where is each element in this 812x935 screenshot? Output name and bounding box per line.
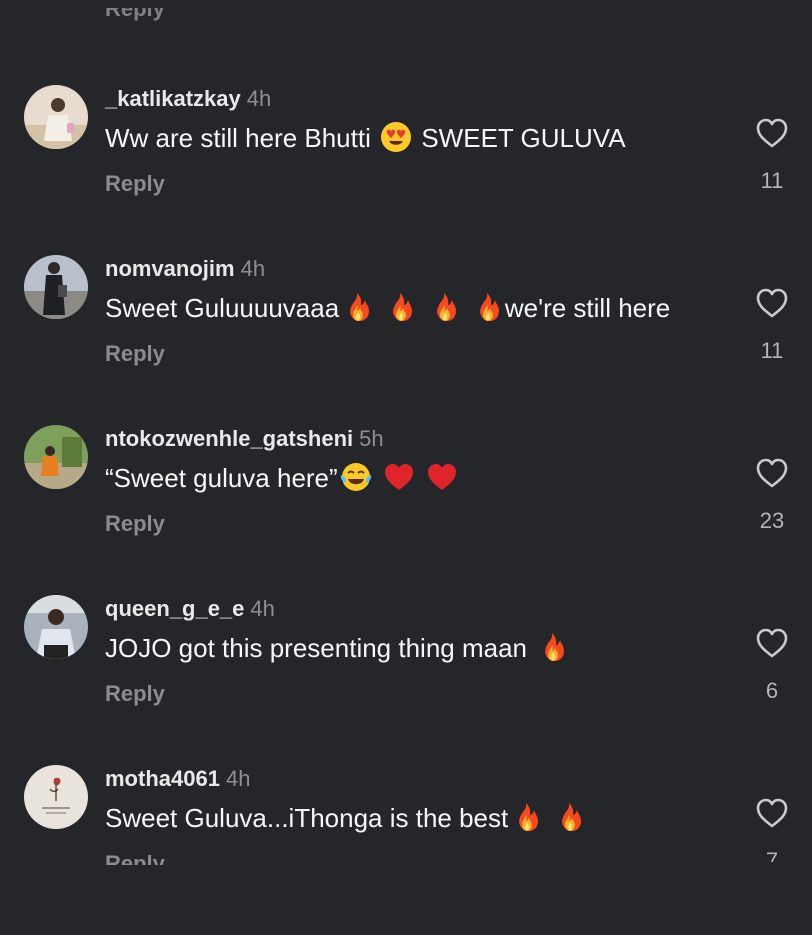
- like-count: 7: [765, 848, 779, 873]
- like-heart-icon[interactable]: [755, 797, 789, 829]
- like-heart-icon[interactable]: [755, 457, 789, 489]
- fire-icon: [536, 631, 568, 663]
- avatar[interactable]: [24, 595, 88, 659]
- comment-item: nomvanojim 4h Sweet Guluuuuvaaa we're sti…: [0, 255, 812, 425]
- like-count: 6: [765, 678, 779, 703]
- like-heart-icon[interactable]: [755, 117, 789, 149]
- like-count: 11: [760, 168, 784, 193]
- timestamp: 5h: [359, 426, 384, 451]
- comment-text: JOJO got this presenting thing maan: [105, 631, 570, 665]
- comment-item: queen_g_e_e 4h JOJO got this presenting t…: [0, 595, 812, 765]
- reply-button[interactable]: Reply: [105, 681, 165, 707]
- comment-text: “Sweet guluva here”: [105, 461, 460, 495]
- comment-text: Sweet Guluva...iThonga is the best: [105, 801, 587, 835]
- username[interactable]: _katlikatzkay: [105, 86, 241, 111]
- reply-button[interactable]: Reply: [105, 171, 165, 197]
- comment-item: motha4061 4h Sweet Guluva...iThonga is th…: [0, 765, 812, 935]
- like-count: 23: [759, 508, 785, 533]
- username[interactable]: nomvanojim: [105, 256, 235, 281]
- timestamp: 4h: [246, 86, 272, 111]
- reply-button[interactable]: Reply: [105, 341, 165, 367]
- comment-text: Sweet Guluuuuvaaa we're still here: [105, 291, 671, 323]
- avatar[interactable]: [24, 85, 88, 149]
- comment-item: _katlikatzkay 4h Ww are still here Bhutti…: [0, 85, 812, 255]
- tears-of-joy-icon: [340, 461, 372, 493]
- timestamp: 4h: [240, 256, 266, 281]
- red-heart-icon: [426, 461, 458, 493]
- avatar[interactable]: [24, 255, 88, 319]
- fire-icon: [428, 291, 460, 323]
- like-heart-icon[interactable]: [755, 287, 789, 319]
- like-heart-icon[interactable]: [755, 627, 789, 659]
- like-count: 11: [760, 338, 784, 363]
- avatar[interactable]: [24, 765, 88, 829]
- username[interactable]: queen_g_e_e: [105, 596, 244, 621]
- fire-icon: [384, 291, 416, 323]
- heart-eyes-icon: [380, 121, 412, 153]
- reply-button[interactable]: Reply: [105, 851, 165, 865]
- fire-icon: [553, 801, 585, 833]
- reply-button[interactable]: Reply: [105, 511, 165, 537]
- fire-icon: [471, 291, 503, 323]
- comment-item: ntokozwenhle_gatsheni 5h “Sweet guluva he…: [0, 425, 812, 595]
- fire-icon: [341, 291, 373, 323]
- red-heart-icon: [383, 461, 415, 493]
- timestamp: 4h: [225, 766, 251, 791]
- avatar[interactable]: [24, 425, 88, 489]
- fire-icon: [510, 801, 542, 833]
- username[interactable]: motha4061: [105, 766, 220, 791]
- username[interactable]: ntokozwenhle_gatsheni: [105, 426, 353, 451]
- partial-reply-link[interactable]: Reply: [105, 8, 165, 22]
- comment-text: Ww are still here Bhutti SWEET GULUVA: [105, 121, 626, 153]
- timestamp: 4h: [250, 596, 275, 621]
